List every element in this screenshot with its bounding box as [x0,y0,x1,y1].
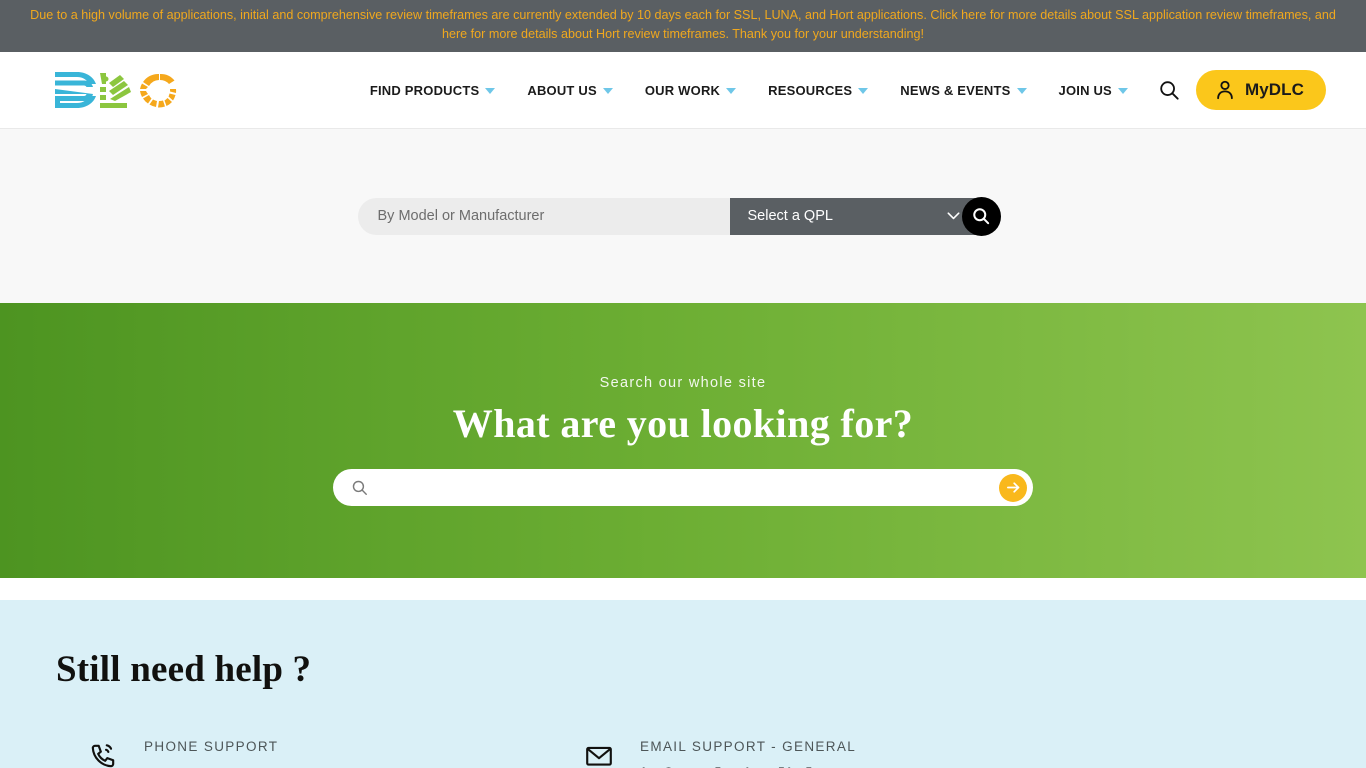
contact-value-phone[interactable]: 781-538-6425 [144,763,291,768]
help-section: Still need help ? PHONE SUPPORT 781-538-… [0,600,1366,768]
chevron-down-icon [1117,88,1128,94]
nav-item-our-work[interactable]: OUR WORK [629,83,752,98]
mydlc-label: MyDLC [1244,80,1304,99]
chevron-down-icon [858,88,869,94]
contact-email-support: EMAIL SUPPORT - GENERAL info@designlight… [584,739,883,768]
site-search-input[interactable] [378,479,999,496]
nav-label: FIND PRODUCTS [369,82,480,98]
envelope-icon [586,746,612,766]
search-icon [1160,81,1179,100]
page-title: What are you looking for? [452,401,914,446]
site-header: FIND PRODUCTS ABOUT US OUR WORK RESOURCE… [0,52,1366,129]
qpl-search-submit-button[interactable] [961,196,1001,236]
search-icon [352,480,367,495]
section-spacer [0,578,1366,600]
person-icon [1217,80,1233,100]
chevron-down-icon [726,88,737,94]
phone-ringing-icon [91,744,115,768]
mydlc-button[interactable]: MyDLC [1195,70,1326,110]
nav-label: RESOURCES [768,82,853,98]
qpl-select-label: Select a QPL [747,208,833,224]
contact-text-block: PHONE SUPPORT 781-538-6425 [144,739,291,768]
arrow-right-icon [1006,482,1019,493]
nav-item-about-us[interactable]: ABOUT US [511,83,629,98]
nav-label: NEWS & EVENTS [900,82,1011,98]
contact-label: PHONE SUPPORT [144,739,279,754]
chevron-down-icon [947,212,959,220]
site-search-bar [333,469,1033,506]
nav-item-resources[interactable]: RESOURCES [752,83,884,98]
qpl-search-input[interactable] [357,197,730,235]
nav-item-news-events[interactable]: NEWS & EVENTS [884,83,1042,98]
header-search-toggle[interactable] [1156,77,1182,103]
contact-phone-support: PHONE SUPPORT 781-538-6425 [88,739,584,768]
alert-banner: Due to a high volume of applications, in… [0,0,1366,52]
hero-eyebrow: Search our whole site [599,375,767,391]
nav-label: JOIN US [1058,82,1112,98]
contact-row: PHONE SUPPORT 781-538-6425 EMAIL SUPPORT… [56,739,1310,768]
nav-label: OUR WORK [644,82,721,98]
qpl-select-dropdown[interactable]: Select a QPL [729,197,978,235]
main-navigation: FIND PRODUCTS ABOUT US OUR WORK RESOURCE… [354,70,1326,110]
alert-banner-text: Due to a high volume of applications, in… [30,8,1336,41]
nav-label: ABOUT US [527,82,597,98]
site-search-submit-button[interactable] [999,473,1027,502]
site-search-hero: Search our whole site What are you looki… [0,303,1366,578]
qpl-search-section: Select a QPL [0,129,1366,303]
qpl-search-bar: Select a QPL [357,196,1001,236]
dlc-logo[interactable] [54,67,180,113]
nav-item-find-products[interactable]: FIND PRODUCTS [354,83,512,98]
chevron-down-icon [1016,88,1027,94]
contact-value-email[interactable]: info@designlights.org [640,763,883,768]
contact-label: EMAIL SUPPORT - GENERAL [640,739,857,754]
search-icon [973,208,990,225]
nav-item-join-us[interactable]: JOIN US [1043,83,1144,98]
chevron-down-icon [485,88,496,94]
chevron-down-icon [602,88,613,94]
help-title: Still need help ? [56,649,312,690]
contact-text-block: EMAIL SUPPORT - GENERAL info@designlight… [640,739,883,768]
